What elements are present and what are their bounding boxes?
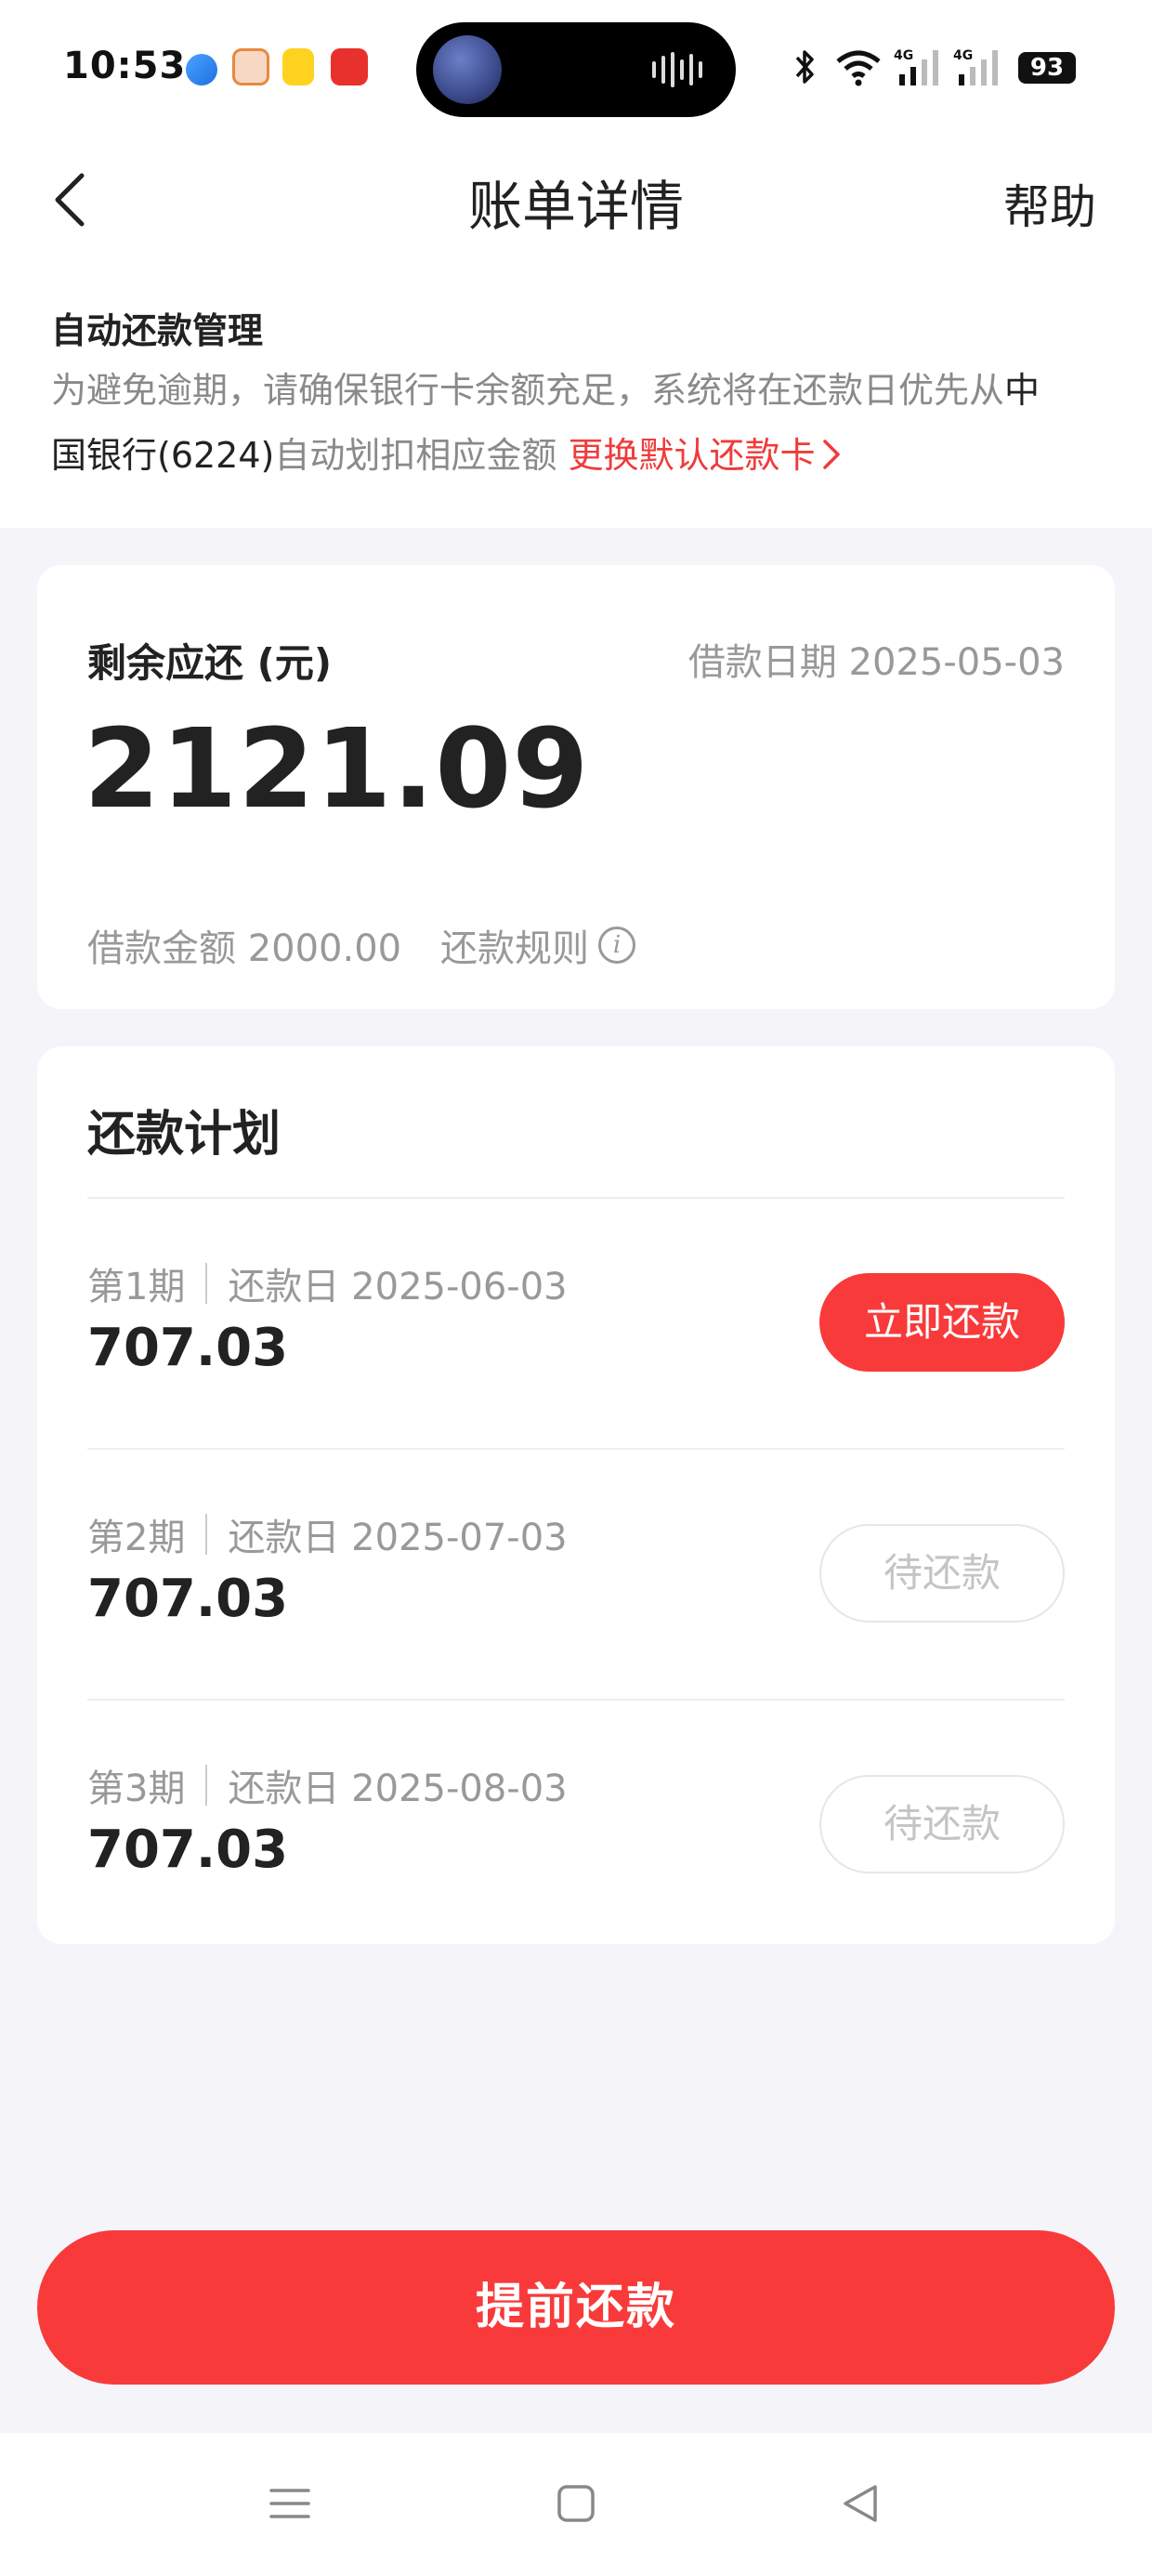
- period-head: 第3期 还款日 2025-08-03: [87, 1758, 568, 1812]
- pay-now-button[interactable]: 立即还款: [819, 1273, 1065, 1372]
- period-head: 第2期 还款日 2025-07-03: [87, 1507, 568, 1561]
- prepay-button[interactable]: 提前还款: [37, 2230, 1115, 2385]
- auto-repay-desc: 为避免逾期，请确保银行卡余额充足，系统将在还款日优先从中国银行(6224)自动划…: [51, 358, 1110, 488]
- period-amount: 707.03: [87, 1820, 289, 1880]
- change-card-link[interactable]: 更换默认还款卡: [568, 435, 843, 476]
- remaining-label: 剩余应还 (元): [87, 640, 333, 686]
- repay-plan-card: 还款计划 第1期 还款日 2025-06-03 707.03 立即还款 第2期 …: [37, 1046, 1115, 1944]
- auto-repay-section: 自动还款管理 为避免逾期，请确保银行卡余额充足，系统将在还款日优先从中国银行(6…: [0, 265, 1152, 528]
- avatar: [433, 35, 502, 104]
- separator: [205, 1514, 208, 1555]
- pending-button[interactable]: 待还款: [819, 1524, 1065, 1623]
- svg-text:4G: 4G: [953, 48, 973, 63]
- home-icon[interactable]: [552, 2479, 600, 2528]
- bluetooth-icon: [795, 50, 814, 84]
- system-nav-bar: [0, 2433, 1152, 2576]
- audio-wave-icon: [652, 52, 702, 87]
- signal-icon-2: 4G: [953, 48, 998, 85]
- dog-app-icon: [232, 48, 269, 85]
- bill-summary-card: 剩余应还 (元) 借款日期 2025-05-03 2121.09 借款金额 20…: [37, 565, 1115, 1009]
- list-item-period-1: 第1期 还款日 2025-06-03 707.03 立即还款: [87, 1199, 1065, 1448]
- repay-rule-label: 还款规则: [440, 927, 589, 970]
- bank-name: 国银行(6224): [51, 435, 275, 476]
- status-bar: 10:53 4G 4G 93: [0, 0, 1152, 135]
- loan-date: 借款日期 2025-05-03: [687, 641, 1065, 684]
- period-label: 第2期: [87, 1517, 186, 1559]
- info-icon: i: [598, 927, 635, 964]
- blue-app-icon: [186, 54, 217, 85]
- dynamic-island[interactable]: [416, 22, 736, 117]
- change-card-label: 更换默认还款卡: [568, 435, 816, 476]
- wifi-icon: [836, 50, 881, 86]
- list-item-period-2: 第2期 还款日 2025-07-03 707.03 待还款: [87, 1450, 1065, 1699]
- period-head: 第1期 还款日 2025-06-03: [87, 1256, 568, 1310]
- auto-repay-title: 自动还款管理: [51, 310, 264, 351]
- list-item-period-3: 第3期 还款日 2025-08-03 707.03 待还款: [87, 1701, 1065, 1950]
- auto-repay-desc-text: 为避免逾期，请确保银行卡余额充足，系统将在还款日优先从: [51, 370, 1005, 411]
- repay-rule-link[interactable]: 还款规则 i: [440, 918, 635, 972]
- period-amount: 707.03: [87, 1569, 289, 1629]
- page-title: 账单详情: [467, 175, 684, 238]
- pending-button[interactable]: 待还款: [819, 1775, 1065, 1873]
- signal-icon-1: 4G: [894, 48, 938, 85]
- bank-name-part: 中: [1004, 370, 1041, 411]
- due-date: 还款日 2025-08-03: [228, 1768, 568, 1810]
- haofenqi-app-icon: [331, 48, 368, 85]
- back-triangle-icon[interactable]: [836, 2479, 884, 2528]
- yellow-app-icon: [282, 48, 314, 85]
- period-label: 第1期: [87, 1266, 186, 1308]
- period-amount: 707.03: [87, 1318, 289, 1378]
- status-time: 10:53: [63, 45, 187, 87]
- menu-icon[interactable]: [266, 2479, 314, 2528]
- loan-amount: 借款金额 2000.00: [87, 927, 402, 970]
- plan-title: 还款计划: [87, 1107, 281, 1163]
- period-label: 第3期: [87, 1768, 186, 1810]
- nav-bar: 账单详情 帮助: [0, 135, 1152, 265]
- remaining-amount: 2121.09: [84, 704, 590, 833]
- chevron-right-icon: [823, 440, 841, 469]
- due-date: 还款日 2025-06-03: [228, 1266, 568, 1308]
- svg-text:4G: 4G: [894, 48, 913, 63]
- auto-repay-desc-text-2: 自动划扣相应金额: [274, 435, 569, 476]
- separator: [205, 1765, 208, 1806]
- help-link[interactable]: 帮助: [1003, 170, 1096, 237]
- due-date: 还款日 2025-07-03: [228, 1517, 568, 1559]
- separator: [205, 1263, 208, 1304]
- battery-indicator: 93: [1018, 52, 1076, 84]
